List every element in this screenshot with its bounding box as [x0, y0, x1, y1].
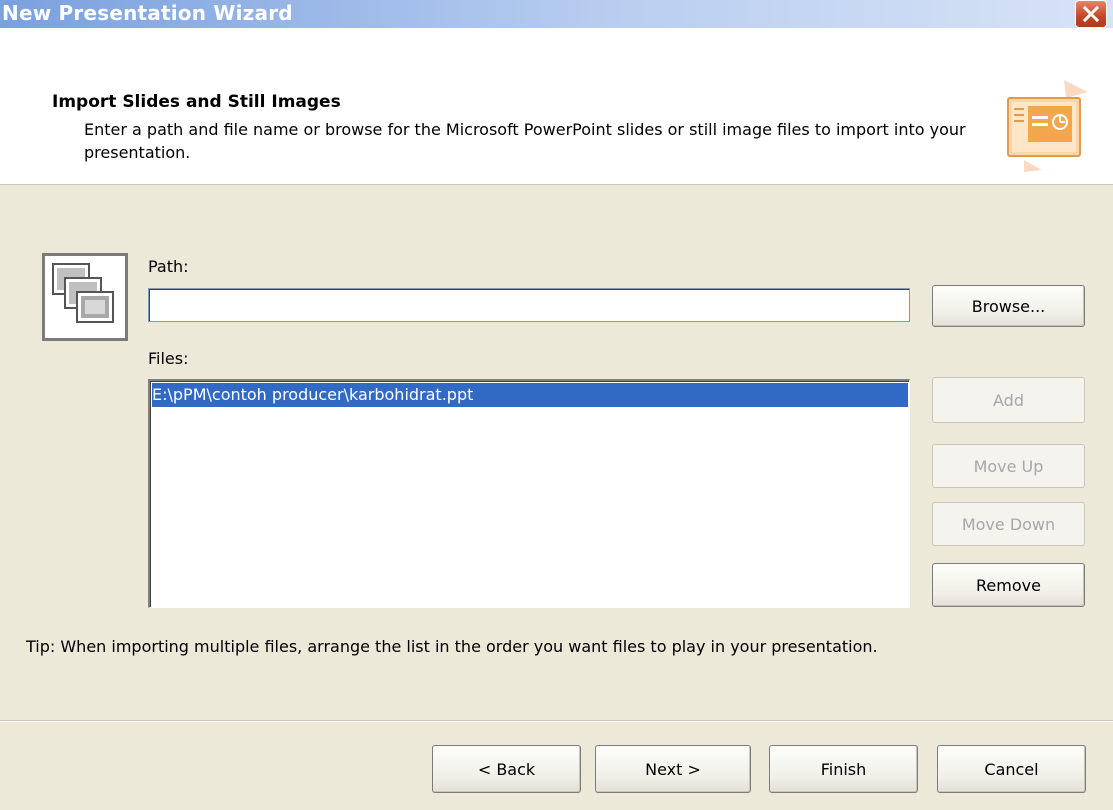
remove-button[interactable]: Remove [932, 563, 1085, 607]
close-icon [1082, 5, 1100, 23]
page-description: Enter a path and file name or browse for… [84, 120, 966, 162]
back-button[interactable]: < Back [432, 745, 581, 793]
close-button[interactable] [1075, 0, 1107, 28]
move-down-button[interactable]: Move Down [932, 502, 1085, 546]
list-item[interactable]: E:\pPM\contoh producer\karbohidrat.ppt [152, 383, 908, 407]
slides-stack-graphic [52, 263, 114, 323]
finish-button[interactable]: Finish [769, 745, 918, 793]
title-bar: New Presentation Wizard [0, 0, 1113, 28]
files-label: Files: [148, 349, 189, 368]
cancel-button[interactable]: Cancel [937, 745, 1086, 793]
wizard-header: Import Slides and Still Images Enter a p… [0, 28, 1113, 185]
tip-text: Tip: When importing multiple files, arra… [26, 637, 878, 656]
page-title: Import Slides and Still Images [52, 92, 341, 112]
slides-stack-icon [42, 253, 128, 341]
footer-divider [0, 720, 1113, 722]
files-listbox[interactable]: E:\pPM\contoh producer\karbohidrat.ppt [148, 379, 910, 608]
window-title: New Presentation Wizard [2, 1, 293, 25]
next-button[interactable]: Next > [595, 745, 751, 793]
presentation-wizard-icon [1007, 80, 1088, 172]
add-button[interactable]: Add [932, 377, 1085, 423]
browse-button[interactable]: Browse... [932, 285, 1085, 327]
path-input[interactable] [148, 288, 910, 322]
path-label: Path: [148, 257, 189, 276]
move-up-button[interactable]: Move Up [932, 444, 1085, 488]
